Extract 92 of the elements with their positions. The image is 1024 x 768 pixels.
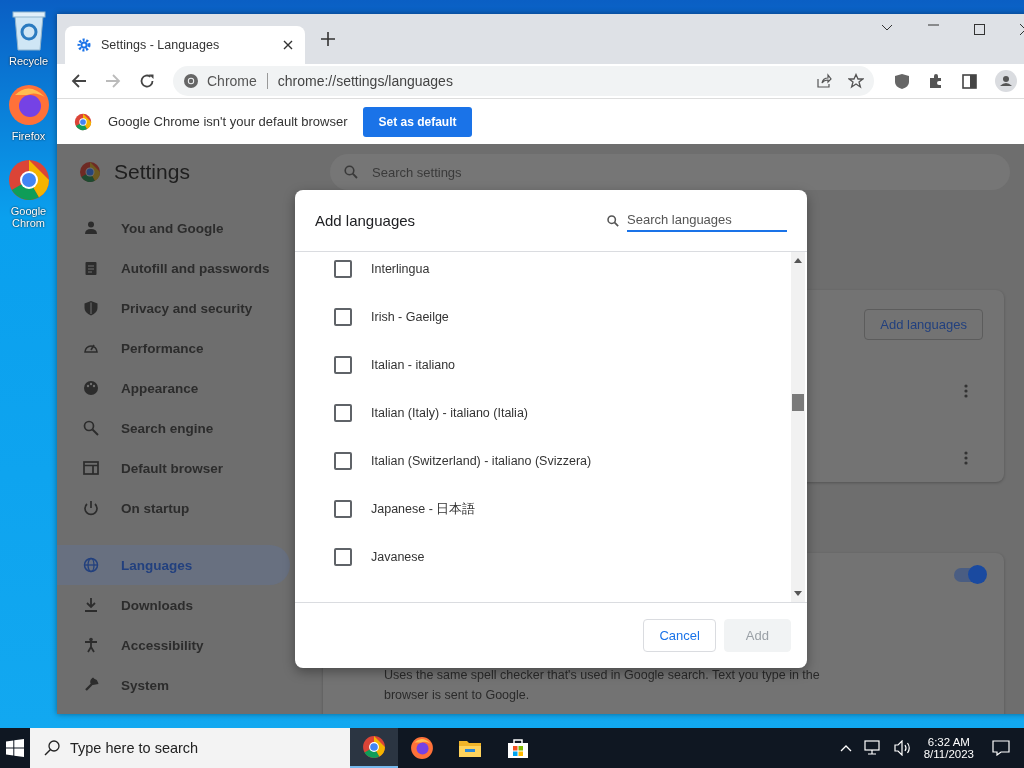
scroll-down-icon[interactable]: [794, 591, 802, 596]
chevron-down-icon[interactable]: [881, 24, 893, 32]
clipboard-icon: [83, 260, 99, 276]
checkbox[interactable]: [334, 356, 352, 374]
scroll-up-icon[interactable]: [794, 258, 802, 263]
chrome-icon: [183, 73, 199, 89]
browser-window-icon: [83, 460, 99, 476]
sidebar-item[interactable]: Privacy and security: [57, 288, 290, 328]
infobar-message: Google Chrome isn't your default browser: [108, 114, 348, 129]
desktop-icon-label[interactable]: Firefox: [3, 130, 54, 142]
search-icon: [344, 165, 358, 179]
language-name[interactable]: Interlingua: [371, 262, 430, 276]
shield-icon[interactable]: [894, 72, 910, 90]
desktop-icon-label[interactable]: Recycle: [3, 55, 54, 67]
url-text: chrome://settings/languages: [277, 73, 453, 89]
checkbox[interactable]: [334, 260, 352, 278]
language-name[interactable]: Italian (Italy) - italiano (Italia): [371, 406, 528, 420]
sidebar-item[interactable]: Languages: [57, 545, 290, 585]
puzzle-icon[interactable]: [928, 73, 944, 89]
sidebar-item[interactable]: Downloads: [57, 585, 290, 625]
gear-icon: [77, 38, 91, 52]
volume-icon[interactable]: [893, 740, 912, 756]
globe-icon: [83, 557, 99, 573]
sidebar-item[interactable]: On startup: [57, 488, 290, 528]
shopping-bag-icon: [507, 737, 529, 759]
clock-date[interactable]: 8/11/2023: [923, 748, 974, 760]
language-name[interactable]: Italian (Switzerland) - italiano (Svizzera): [371, 454, 592, 468]
sidebar-item[interactable]: Default browser: [57, 448, 290, 488]
search-icon: [44, 740, 60, 756]
language-name[interactable]: Irish - Gaeilge: [371, 310, 449, 324]
language-name[interactable]: Italian - italiano: [371, 358, 456, 372]
scrollbar[interactable]: [791, 252, 805, 602]
search-settings-field[interactable]: Search settings: [330, 154, 1010, 190]
browser-tab[interactable]: Settings - Languages: [65, 26, 305, 64]
sidebar-item[interactable]: Search engine: [57, 408, 290, 448]
accessibility-icon: [83, 637, 99, 653]
chrome-icon: [74, 112, 92, 131]
reload-icon[interactable]: [139, 73, 155, 89]
new-tab-icon[interactable]: [321, 32, 335, 46]
set-default-button[interactable]: Set as default: [363, 106, 472, 137]
sidebar-item[interactable]: Performance: [57, 328, 290, 368]
back-icon[interactable]: [71, 73, 87, 89]
power-icon: [83, 500, 99, 516]
settings-title: Settings: [114, 160, 190, 184]
palette-icon: [83, 380, 99, 396]
sidebar-item[interactable]: Autofill and passwords: [57, 248, 290, 288]
checkbox[interactable]: [334, 404, 352, 422]
share-icon[interactable]: [816, 73, 832, 89]
add-languages-button[interactable]: Add languages: [864, 309, 983, 340]
address-bar[interactable]: Chrome chrome://settings/languages: [173, 66, 874, 96]
language-name[interactable]: Japanese - 日本語: [371, 500, 476, 518]
person-icon: [83, 220, 99, 236]
download-icon: [83, 597, 99, 613]
firefox-icon[interactable]: [6, 83, 51, 127]
sidebar-item[interactable]: Accessibility: [57, 625, 290, 665]
dialog-title: Add languages: [315, 212, 417, 229]
shield-icon: [83, 300, 99, 316]
network-icon[interactable]: [863, 740, 882, 756]
search-icon: [83, 420, 99, 436]
site-label: Chrome: [207, 73, 257, 89]
checkbox[interactable]: [334, 308, 352, 326]
sidebar-item[interactable]: Appearance: [57, 368, 290, 408]
chrome-icon: [362, 735, 386, 759]
chrome-taskbar-button[interactable]: [350, 728, 398, 768]
checkbox[interactable]: [334, 500, 352, 518]
scrollbar-thumb[interactable]: [792, 394, 804, 411]
firefox-icon: [410, 736, 434, 760]
chrome-icon[interactable]: [6, 158, 51, 202]
avatar-icon[interactable]: [995, 70, 1017, 92]
chevron-up-icon[interactable]: [839, 744, 852, 752]
wrench-icon: [83, 677, 99, 693]
start-icon[interactable]: [6, 739, 24, 757]
maximize-icon[interactable]: [974, 24, 985, 35]
search-icon: [607, 214, 619, 227]
folder-icon: [459, 738, 481, 758]
taskbar-search-field[interactable]: Type here to search: [30, 728, 350, 768]
notification-icon[interactable]: [992, 740, 1010, 756]
checkbox[interactable]: [334, 452, 352, 470]
star-icon[interactable]: [848, 73, 864, 89]
more-options-icon[interactable]: [964, 384, 968, 398]
sidebar-item[interactable]: You and Google: [57, 208, 290, 248]
more-options-icon[interactable]: [964, 451, 968, 465]
sidebar-item[interactable]: System: [57, 665, 290, 705]
checkbox[interactable]: [334, 548, 352, 566]
toggle-switch[interactable]: [954, 568, 984, 582]
side-panel-icon[interactable]: [962, 73, 977, 89]
close-icon[interactable]: [283, 40, 293, 50]
desktop-icon-label[interactable]: Google Chrom: [3, 205, 54, 229]
cancel-button[interactable]: Cancel: [643, 619, 716, 652]
chrome-logo-icon: [79, 161, 101, 183]
language-name[interactable]: Javanese: [371, 550, 425, 564]
clock-time[interactable]: 6:32 AM: [927, 736, 970, 748]
